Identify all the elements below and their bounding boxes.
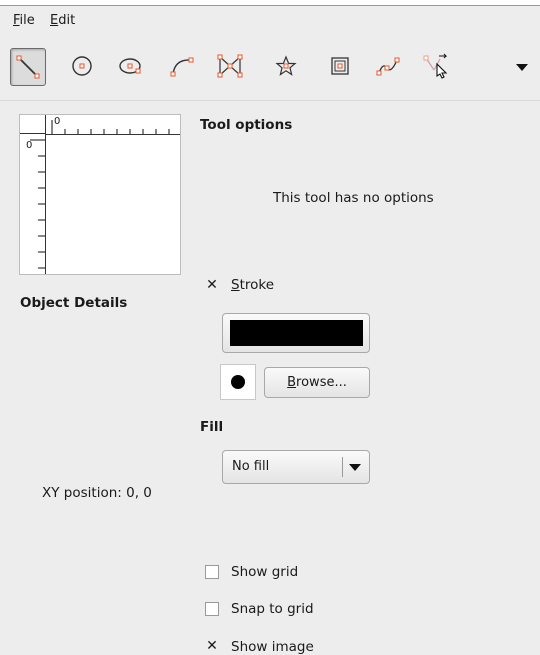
snap-to-grid-checkbox[interactable] <box>205 602 219 616</box>
horizontal-ruler: 0 <box>46 115 180 135</box>
browse-mnemonic: B <box>287 375 297 390</box>
stroke-label-mnemonic: S <box>231 277 240 293</box>
polygon-tool-button[interactable] <box>212 48 248 84</box>
menu-bar: File Edit <box>0 6 540 36</box>
toolbar-overflow-arrow-icon[interactable] <box>516 64 528 71</box>
tool-options-message: This tool has no options <box>273 190 434 206</box>
show-image-checkbox[interactable]: ✕ <box>205 639 219 654</box>
vertical-ruler-zero: 0 <box>26 140 33 151</box>
show-image-label[interactable]: Show image <box>231 639 314 655</box>
menu-file-rest: ile <box>19 13 35 28</box>
ellipse-tool-icon <box>119 58 141 74</box>
star-tool-button[interactable] <box>268 48 304 84</box>
tool-options-title: Tool options <box>200 117 293 133</box>
brush-dot-icon <box>231 375 245 389</box>
circle-tool-button[interactable] <box>64 48 100 84</box>
rectangle-tool-icon <box>331 57 349 75</box>
line-tool-button[interactable] <box>10 48 46 86</box>
edit-points-tool-button[interactable] <box>418 48 454 84</box>
drawing-preview[interactable]: 0 0 <box>19 114 181 275</box>
curve-tool-icon <box>376 57 400 76</box>
stroke-color-swatch <box>230 320 363 346</box>
menu-file[interactable]: File <box>13 13 35 28</box>
ellipse-tool-button[interactable] <box>112 48 148 84</box>
ruler-corner <box>20 115 46 134</box>
object-details-title: Object Details <box>20 295 128 311</box>
snap-to-grid-label[interactable]: Snap to grid <box>231 601 314 617</box>
circle-tool-icon <box>72 56 92 76</box>
curve-tool-button[interactable] <box>370 48 406 84</box>
show-grid-checkbox[interactable] <box>205 565 219 579</box>
stroke-label[interactable]: Stroke <box>231 277 274 293</box>
fill-title: Fill <box>200 419 224 435</box>
polygon-tool-icon <box>217 54 243 78</box>
xy-position: XY position: 0, 0 <box>42 485 152 501</box>
stroke-color-button[interactable] <box>222 313 370 353</box>
arc-tool-button[interactable] <box>164 48 200 84</box>
menu-edit[interactable]: Edit <box>50 13 75 28</box>
fill-select-separator <box>342 457 343 477</box>
xy-position-label: XY position: <box>42 485 122 501</box>
horizontal-ruler-zero: 0 <box>54 116 61 127</box>
menu-edit-rest: dit <box>58 13 76 28</box>
browse-button[interactable]: Browse... <box>264 367 370 398</box>
fill-select[interactable]: No fill <box>222 450 370 484</box>
edit-points-tool-icon <box>423 53 448 79</box>
browse-label-rest: rowse... <box>296 375 347 390</box>
chevron-down-icon <box>349 464 361 471</box>
star-tool-icon <box>275 55 297 76</box>
fill-select-value: No fill <box>232 459 270 474</box>
vertical-ruler: 0 <box>20 134 46 274</box>
stroke-label-rest: troke <box>239 277 275 293</box>
stroke-checkbox[interactable]: ✕ <box>205 278 219 293</box>
rectangle-tool-button[interactable] <box>322 48 358 84</box>
menu-edit-mnemonic: E <box>50 13 59 28</box>
line-tool-icon <box>16 55 40 79</box>
xy-position-value: 0, 0 <box>126 485 152 501</box>
show-grid-label[interactable]: Show grid <box>231 564 298 580</box>
arc-tool-icon <box>170 57 194 77</box>
toolbar <box>0 38 540 101</box>
stroke-brush-preview <box>220 364 256 400</box>
